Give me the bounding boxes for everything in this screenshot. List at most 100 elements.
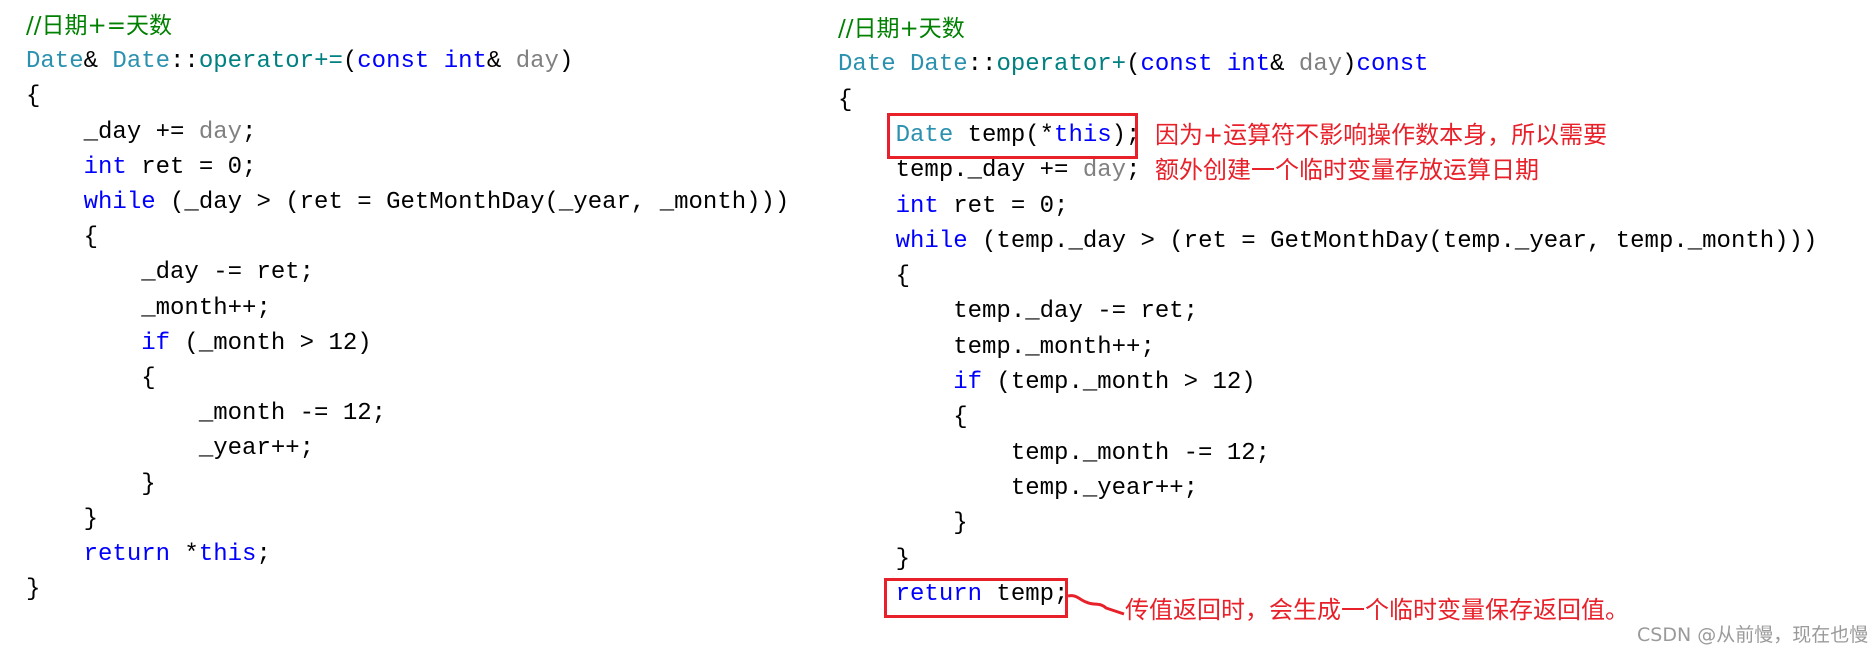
- code-token: (_month > 12): [170, 329, 372, 357]
- code-token: day: [198, 118, 243, 146]
- code-token: _month -= 12;: [26, 400, 387, 428]
- code-token: temp._day +=: [838, 157, 1083, 185]
- code-token: {: [26, 365, 156, 392]
- code-token: ;: [1126, 157, 1141, 185]
- code-token: //日期+=天数: [26, 13, 173, 39]
- code-token: int: [895, 192, 939, 220]
- code-line: _month -= 12;: [26, 396, 386, 431]
- code-token: Date: [112, 48, 171, 76]
- code-token: //日期+天数: [838, 16, 965, 42]
- code-token: temp._month++;: [838, 333, 1155, 361]
- code-token: ): [558, 48, 574, 76]
- code-token: if: [953, 369, 983, 396]
- code-token: (: [1126, 51, 1141, 79]
- code-token: ::: [967, 51, 997, 79]
- code-token: {: [838, 404, 968, 432]
- code-token: _year++;: [26, 435, 315, 463]
- highlight-box-temp-copy: [887, 113, 1138, 159]
- code-token: &: [486, 48, 516, 76]
- code-token: temp._month -= 12;: [838, 439, 1271, 467]
- code-token: while: [83, 189, 156, 216]
- code-token: {: [26, 83, 41, 111]
- code-line: _day -= ret;: [26, 255, 314, 290]
- code-line: {: [26, 220, 98, 255]
- code-line: {: [838, 400, 968, 435]
- code-token: day: [1082, 157, 1127, 185]
- code-line: while (_day > (ret = GetMonthDay(_year, …: [26, 185, 790, 220]
- code-token: operator+=: [198, 48, 343, 76]
- code-token: (temp._month > 12): [982, 369, 1256, 396]
- code-token: (_day > (ret = GetMonthDay(_year, _month…: [155, 189, 790, 216]
- code-token: temp._day -= ret;: [838, 298, 1199, 326]
- code-token: day: [515, 48, 559, 76]
- code-line: if (temp._month > 12): [838, 365, 1256, 400]
- code-token: int: [443, 48, 487, 76]
- code-token: while: [895, 227, 968, 255]
- code-token: (: [342, 48, 358, 76]
- code-line: _year++;: [26, 431, 314, 466]
- code-token: {: [838, 86, 853, 114]
- code-token: _day +=: [26, 118, 199, 146]
- code-token: ;: [242, 118, 257, 146]
- code-token: ret = 0;: [938, 192, 1069, 220]
- code-token: _month++;: [26, 294, 271, 322]
- code-line: {: [838, 83, 852, 118]
- code-line: Date& Date::operator+=(const int& day): [26, 44, 573, 79]
- code-line: }: [26, 467, 156, 502]
- code-token: {: [26, 224, 99, 252]
- code-token: int: [1226, 51, 1271, 79]
- code-token: (temp._day > (ret = GetMonthDay(temp._ye…: [967, 227, 1818, 255]
- code-token: ;: [256, 541, 271, 568]
- code-token: operator+: [996, 51, 1127, 79]
- code-line: temp._month++;: [838, 330, 1155, 365]
- code-line: {: [838, 259, 910, 294]
- code-line: temp._month -= 12;: [838, 436, 1270, 471]
- code-token: _day -= ret;: [26, 259, 315, 287]
- code-line: _day += day;: [26, 115, 257, 150]
- code-token: temp._year++;: [838, 474, 1199, 502]
- code-token: *: [170, 541, 199, 568]
- annotation-return-value: 传值返回时，会生成一个临时变量保存返回值。: [1125, 596, 1629, 624]
- code-line: int ret = 0;: [838, 189, 1069, 224]
- code-token: this: [198, 541, 257, 568]
- code-token: Date: [26, 48, 84, 76]
- annotation-temp-copy-line2: 额外创建一个临时变量存放运算日期: [1155, 156, 1539, 184]
- code-token: const: [357, 48, 430, 76]
- code-token: ret = 0;: [126, 153, 257, 181]
- code-token: ): [1342, 51, 1357, 79]
- code-line: return *this;: [26, 537, 271, 572]
- code-line: temp._day -= ret;: [838, 294, 1198, 329]
- code-line: _month++;: [26, 291, 271, 326]
- code-token: if: [141, 329, 171, 357]
- code-token: }: [26, 576, 41, 604]
- code-token: }: [838, 510, 968, 538]
- code-line: int ret = 0;: [26, 150, 257, 185]
- code-line: if (_month > 12): [26, 326, 372, 361]
- watermark: CSDN @从前慢，现在也慢: [1637, 624, 1869, 646]
- code-line: }: [838, 542, 910, 577]
- code-line: }: [26, 502, 98, 537]
- code-token: Date: [838, 51, 896, 79]
- annotation-connector: [1067, 594, 1125, 616]
- code-line: while (temp._day > (ret = GetMonthDay(te…: [838, 224, 1818, 259]
- code-line: }: [838, 506, 968, 541]
- code-line: //日期+=天数: [26, 9, 172, 44]
- code-token: }: [26, 470, 156, 498]
- code-line: Date Date::operator+(const int& day)cons…: [838, 47, 1429, 82]
- code-token: ::: [170, 48, 199, 76]
- code-token: }: [26, 505, 99, 533]
- code-token: }: [838, 545, 911, 573]
- code-line: }: [26, 572, 40, 607]
- code-token: {: [838, 263, 911, 291]
- annotation-temp-copy-line1: 因为+运算符不影响操作数本身，所以需要: [1155, 121, 1608, 149]
- code-token: return: [83, 541, 171, 568]
